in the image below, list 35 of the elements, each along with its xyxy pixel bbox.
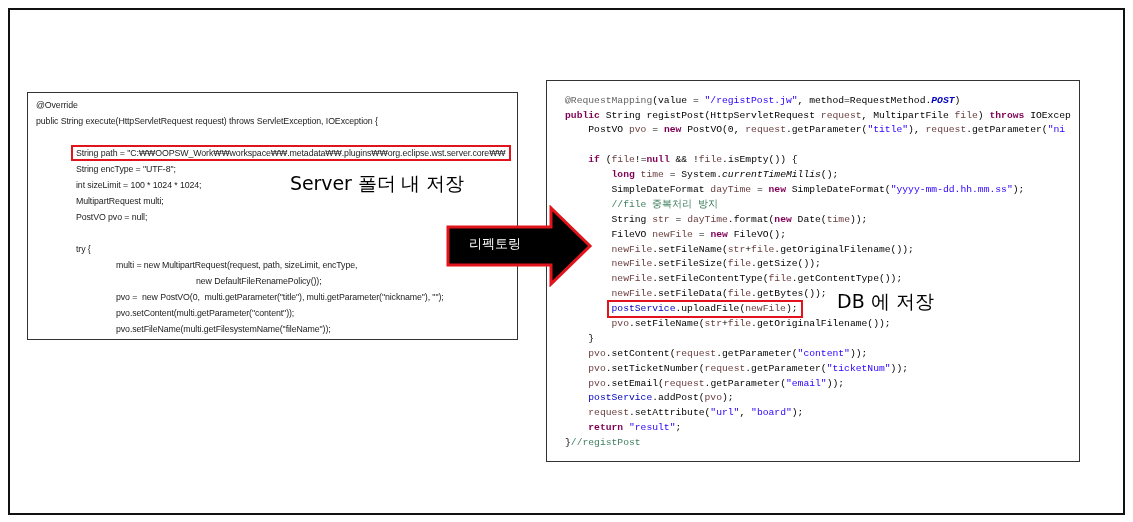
code-line: pvo = new PostVO(0, multi.getParameter("title"), multi.getParameter("nickname"), ""); (115, 290, 445, 304)
code-line: MultipartRequest multi; (75, 194, 165, 208)
code-line: public String execute(HttpServletRequest request) throws ServletException, IOException { (35, 114, 379, 128)
code-line: pvo.setContent(request.getParameter("content")); (587, 346, 869, 361)
code-line: String str = dayTime.format(new Date(time)); (610, 212, 869, 227)
code-line: pvo.setContent(multi.getParameter("content")); (115, 306, 296, 320)
code-line: }//registPost (564, 436, 642, 451)
code-line: SimpleDateFormat dayTime = new SimpleDateFormat("yyyy-mm-dd.hh.mm.ss"); (610, 182, 1026, 197)
code-line: postService.addPost(pvo); (587, 391, 735, 406)
code-line: String encType = "UTF-8"; (75, 162, 177, 176)
code-line: new DefaultFileRenamePolicy()); (195, 274, 323, 288)
code-line: PostVO pvo = new PostVO(0, request.getParameter("title"), request.getParameter("ni (587, 123, 1067, 138)
arrow-label: 리펙토링 (469, 235, 521, 253)
code-line: newFile.setFileName(str+file.getOriginalFilename()); (610, 242, 915, 257)
code-line: pvo.setEmail(request.getParameter("email")); (587, 376, 846, 391)
code-line: request.setAttribute("url", "board"); (587, 406, 805, 421)
code-line: FileVO newFile = new FileVO(); (610, 227, 787, 242)
code-line: if (file!=null && !file.isEmpty()) { (587, 153, 799, 168)
code-line: long time = System.currentTimeMillis(); (610, 168, 840, 183)
code-line: PostVO pvo = null; (75, 210, 149, 224)
code-line: @Override (35, 98, 79, 112)
code-line: pvo.setTicketNumber(request.getParameter("ticketNum")); (587, 361, 910, 376)
code-line: newFile.setFileSize(file.getSize()); (610, 257, 822, 272)
code-line: //file 중복처리 방지 (610, 197, 720, 212)
code-line: @RequestMapping(value = "/registPost.jw", method=RequestMethod.POST) (564, 93, 962, 108)
code-line: pvo.setFileName(str+file.getOriginalFilename()); (610, 317, 892, 331)
code-line: newFile.setFileData(file.getBytes()); (610, 287, 828, 302)
code-line: } (587, 331, 596, 346)
code-line: int sizeLimit = 100 * 1024 * 1024; (75, 178, 203, 192)
code-line: try { (75, 242, 92, 256)
code-line: multi = new MultipartRequest(request, path, sizeLimit, encType, (115, 258, 359, 272)
code-line: return "result"; (587, 421, 683, 436)
code-line: pvo.setFileName(multi.getFilesystemName("fileName")); (115, 322, 332, 336)
code-line: newFile.setFileContentType(file.getContentType()); (610, 272, 904, 287)
code-line: public String registPost(HttpServletRequest request, MultipartFile file) throws IOExcep (564, 108, 1072, 123)
